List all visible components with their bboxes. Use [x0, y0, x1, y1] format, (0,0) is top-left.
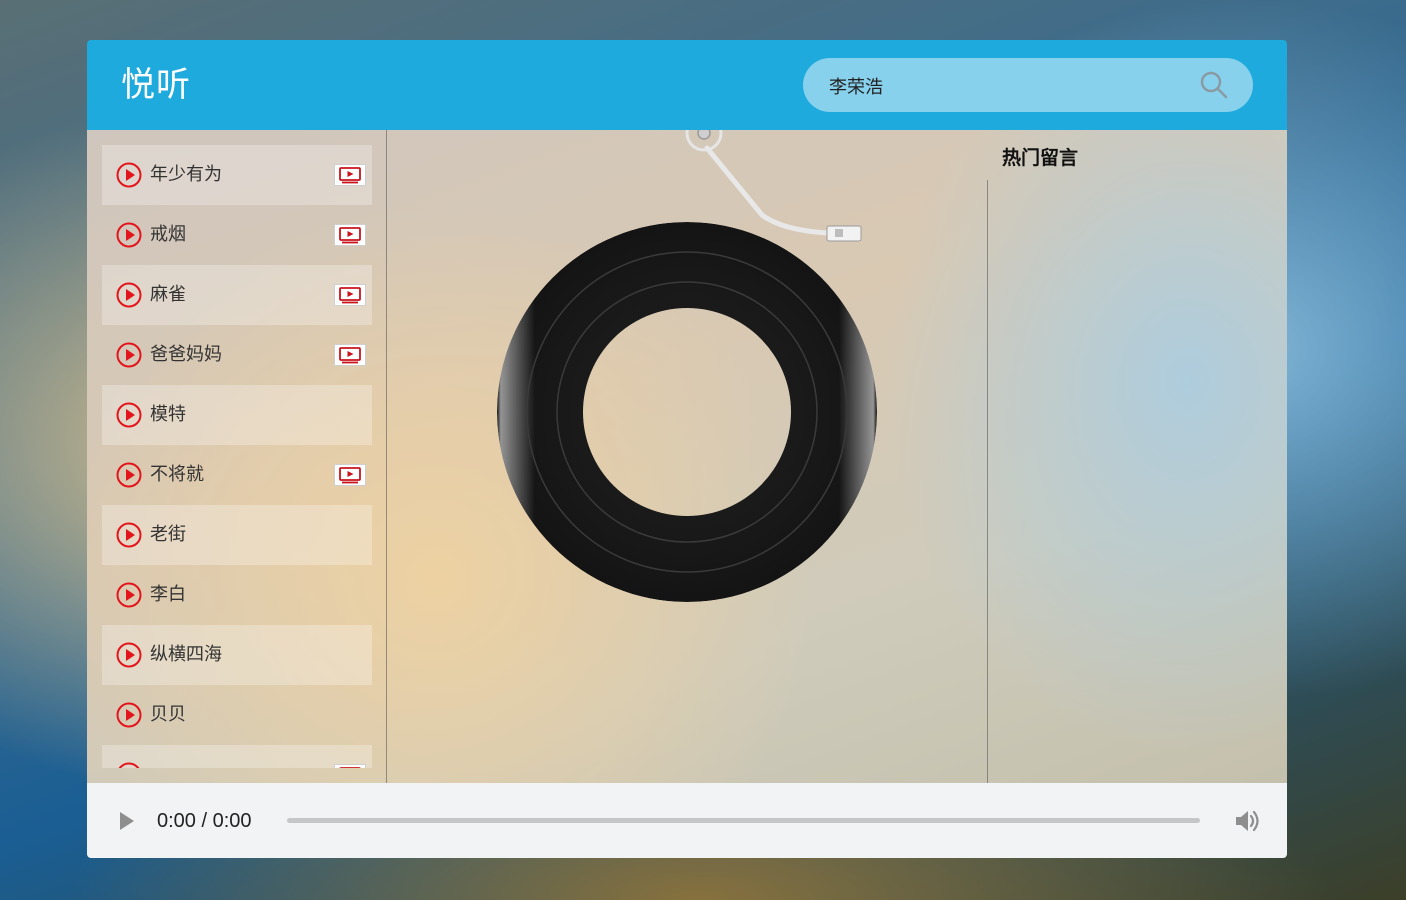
song-name: 爸爸妈妈	[150, 344, 222, 365]
song-name: 不将就	[150, 464, 204, 485]
play-circle-icon[interactable]	[116, 462, 142, 488]
song-item[interactable]: 纵横四海	[102, 625, 372, 685]
song-item[interactable]: 模特	[102, 385, 372, 445]
play-icon[interactable]	[117, 810, 137, 832]
play-circle-icon[interactable]	[116, 282, 142, 308]
play-circle-icon[interactable]	[116, 522, 142, 548]
search-input[interactable]	[827, 58, 1191, 114]
play-circle-icon[interactable]	[116, 402, 142, 428]
song-item[interactable]: 李白	[102, 565, 372, 625]
search-icon[interactable]	[1199, 70, 1229, 100]
mv-video-icon[interactable]	[334, 284, 366, 306]
player-area	[387, 130, 987, 783]
music-player-app: 悦听 年少有为戒烟麻雀爸爸妈妈模特不将就老街李白纵横四海贝贝	[87, 40, 1287, 858]
song-name: 年少有为	[150, 164, 222, 185]
volume-icon[interactable]	[1233, 808, 1261, 834]
turntable-graphic	[497, 130, 877, 602]
play-circle-icon[interactable]	[116, 762, 142, 768]
play-circle-icon[interactable]	[116, 642, 142, 668]
song-name: 老街	[150, 524, 186, 545]
song-item[interactable]: 年少有为	[102, 145, 372, 205]
play-circle-icon[interactable]	[116, 582, 142, 608]
song-item[interactable]: 贝贝	[102, 685, 372, 745]
song-item[interactable]: 老街	[102, 505, 372, 565]
search-box	[803, 58, 1253, 114]
mv-video-icon[interactable]	[334, 464, 366, 486]
audio-progress-bar[interactable]	[287, 818, 1200, 823]
play-circle-icon[interactable]	[116, 162, 142, 188]
song-item[interactable]: 麻雀	[102, 265, 372, 325]
play-circle-icon[interactable]	[116, 342, 142, 368]
song-name: 戒烟	[150, 224, 186, 245]
play-circle-icon[interactable]	[116, 702, 142, 728]
song-name: 纵横四海	[150, 644, 222, 665]
app-logo: 悦听	[121, 65, 191, 105]
mv-video-icon[interactable]	[334, 764, 366, 768]
song-name: 贝贝	[150, 704, 186, 725]
main-content: 年少有为 戒烟 麻雀 爸爸妈妈 模特 不将就 老街 李白 纵横四海 贝贝 热门留…	[87, 130, 1287, 783]
song-item[interactable]: 戒烟	[102, 205, 372, 265]
song-name: 李白	[150, 584, 186, 605]
song-item[interactable]: 爸爸妈妈	[102, 325, 372, 385]
mv-video-icon[interactable]	[334, 344, 366, 366]
song-item[interactable]	[102, 745, 372, 768]
song-list: 年少有为戒烟麻雀爸爸妈妈模特不将就老街李白纵横四海贝贝	[102, 145, 372, 768]
header: 悦听	[87, 40, 1287, 130]
song-name: 麻雀	[150, 284, 186, 305]
comments-title: 热门留言	[1002, 147, 1079, 169]
mv-video-icon[interactable]	[334, 164, 366, 186]
audio-player: 0:00 / 0:00	[87, 783, 1287, 858]
song-item[interactable]: 不将就	[102, 445, 372, 505]
divider	[987, 180, 988, 783]
audio-time: 0:00 / 0:00	[157, 810, 252, 832]
mv-video-icon[interactable]	[334, 224, 366, 246]
play-circle-icon[interactable]	[116, 222, 142, 248]
song-name: 模特	[150, 404, 186, 425]
vinyl-record	[497, 222, 877, 602]
